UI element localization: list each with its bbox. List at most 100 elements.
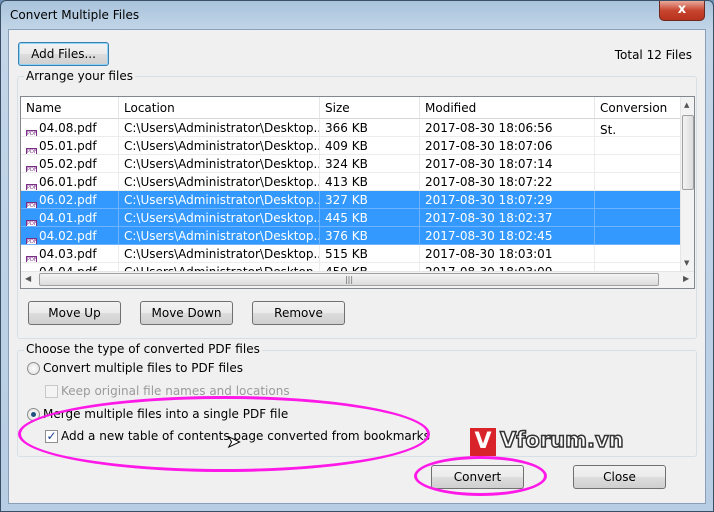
- highlight-annotation-convert: [414, 456, 547, 496]
- pdf-file-icon: PDF: [26, 130, 37, 136]
- cell-modified: 2017-08-30 18:02:37: [420, 209, 595, 227]
- cell-name: PDF 04.03.pdf: [21, 245, 119, 263]
- file-row[interactable]: PDF 04.01.pdf C:\Users\Administrator\Deskt…: [21, 209, 681, 227]
- move-down-button[interactable]: Move Down: [140, 301, 233, 325]
- scroll-left-arrow-icon[interactable]: ◀: [25, 274, 31, 283]
- cell-name: PDF 05.01.pdf: [21, 137, 119, 155]
- cell-modified: 2017-08-30 18:07:29: [420, 191, 595, 209]
- file-row[interactable]: PDF 05.01.pdf C:\Users\Administrator\Deskt…: [21, 137, 681, 155]
- pdf-file-icon: PDF: [26, 220, 37, 226]
- pdf-file-icon: PDF: [26, 238, 37, 244]
- cell-text: 366 KB: [325, 121, 368, 135]
- column-header-size[interactable]: Size: [320, 97, 420, 119]
- cell-text: C:\Users\Administrator\Desktop...: [124, 247, 320, 261]
- vertical-scrollbar[interactable]: ▲ ▼: [680, 97, 694, 271]
- cell-text: C:\Users\Administrator\Desktop...: [124, 211, 320, 225]
- cell-text: 04.01.pdf: [39, 211, 97, 225]
- keep-names-checkbox[interactable]: [45, 385, 58, 398]
- cell-modified: 2017-08-30 18:07:22: [420, 173, 595, 191]
- convert-multiple-radio[interactable]: [27, 362, 40, 375]
- cell-name: PDF 06.02.pdf: [21, 191, 119, 209]
- cell-text: 445 KB: [325, 211, 368, 225]
- cell-text: C:\Users\Administrator\Desktop...: [124, 157, 320, 171]
- file-list[interactable]: Name Location Size Modified Conversion S…: [20, 96, 695, 289]
- cell-modified: 2017-08-30 18:07:06: [420, 137, 595, 155]
- scroll-right-arrow-icon[interactable]: ▶: [683, 274, 689, 283]
- cell-text: 2017-08-30 18:03:01: [425, 247, 553, 261]
- cell-name: PDF 06.01.pdf: [21, 173, 119, 191]
- cell-text: C:\Users\Administrator\Desktop...: [124, 139, 320, 153]
- cell-size: 515 KB: [320, 245, 420, 263]
- cell-status: [595, 119, 681, 137]
- file-row[interactable]: PDF 06.01.pdf C:\Users\Administrator\Deskt…: [21, 173, 681, 191]
- file-row[interactable]: PDF 06.02.pdf C:\Users\Administrator\Deskt…: [21, 191, 681, 209]
- pdf-file-icon: PDF: [26, 184, 37, 190]
- cell-modified: 2017-08-30 18:07:14: [420, 155, 595, 173]
- cell-status: [595, 191, 681, 209]
- cell-text: 04.08.pdf: [39, 121, 97, 135]
- cell-location: C:\Users\Administrator\Desktop...: [119, 119, 320, 137]
- cell-text: 06.02.pdf: [39, 193, 97, 207]
- cell-size: 376 KB: [320, 227, 420, 245]
- cell-status: [595, 173, 681, 191]
- cell-location: C:\Users\Administrator\Desktop...: [119, 173, 320, 191]
- cell-text: 2017-08-30 18:02:45: [425, 229, 553, 243]
- column-header-modified[interactable]: Modified: [420, 97, 595, 119]
- cell-size: 327 KB: [320, 191, 420, 209]
- move-up-button[interactable]: Move Up: [28, 301, 121, 325]
- pdf-file-icon: PDF: [26, 202, 37, 208]
- cell-text: 2017-08-30 18:07:06: [425, 139, 553, 153]
- cell-name: PDF 05.02.pdf: [21, 155, 119, 173]
- cell-text: 04.03.pdf: [39, 247, 97, 261]
- cell-text: 05.01.pdf: [39, 139, 97, 153]
- remove-button[interactable]: Remove: [252, 301, 345, 325]
- arrange-files-label: Arrange your files: [24, 69, 135, 83]
- vertical-scroll-thumb[interactable]: [682, 115, 694, 190]
- cell-text: 413 KB: [325, 175, 368, 189]
- cell-size: 413 KB: [320, 173, 420, 191]
- watermark-text: Vforum.vn: [499, 427, 624, 453]
- cell-location: C:\Users\Administrator\Desktop...: [119, 191, 320, 209]
- cell-size: 409 KB: [320, 137, 420, 155]
- cell-text: 2017-08-30 18:07:29: [425, 193, 553, 207]
- column-header-conversion-status[interactable]: Conversion St.: [595, 97, 681, 137]
- cell-text: C:\Users\Administrator\Desktop...: [124, 229, 320, 243]
- total-files-count: Total 12 Files: [614, 48, 692, 62]
- cell-location: C:\Users\Administrator\Desktop...: [119, 209, 320, 227]
- cell-name: PDF 04.08.pdf: [21, 119, 119, 137]
- close-button[interactable]: Close: [573, 465, 666, 489]
- file-row[interactable]: PDF 04.02.pdf C:\Users\Administrator\Deskt…: [21, 227, 681, 245]
- cell-modified: 2017-08-30 18:06:56: [420, 119, 595, 137]
- pdf-file-icon: PDF: [26, 256, 37, 262]
- horizontal-scroll-thumb[interactable]: |||: [39, 273, 659, 286]
- cell-text: 05.02.pdf: [39, 157, 97, 171]
- cell-location: C:\Users\Administrator\Desktop...: [119, 227, 320, 245]
- scroll-down-arrow-icon[interactable]: ▼: [684, 259, 689, 267]
- cell-modified: 2017-08-30 18:03:01: [420, 245, 595, 263]
- horizontal-scrollbar[interactable]: ◀ ||| ▶: [21, 271, 694, 288]
- cell-text: 06.01.pdf: [39, 175, 97, 189]
- cell-status: [595, 245, 681, 263]
- cell-text: C:\Users\Administrator\Desktop...: [124, 175, 320, 189]
- cell-modified: 2017-08-30 18:02:45: [420, 227, 595, 245]
- file-row[interactable]: PDF 04.03.pdf C:\Users\Administrator\Deskt…: [21, 245, 681, 263]
- cell-location: C:\Users\Administrator\Desktop...: [119, 245, 320, 263]
- column-header-location[interactable]: Location: [119, 97, 320, 119]
- pdf-file-icon: PDF: [26, 166, 37, 172]
- conversion-type-label: Choose the type of converted PDF files: [24, 342, 262, 356]
- cell-status: [595, 155, 681, 173]
- file-row[interactable]: PDF 05.02.pdf C:\Users\Administrator\Deskt…: [21, 155, 681, 173]
- column-header-name[interactable]: Name: [21, 97, 119, 119]
- cell-text: 376 KB: [325, 229, 368, 243]
- file-row[interactable]: PDF 04.08.pdf C:\Users\Administrator\Deskt…: [21, 119, 681, 137]
- window-close-button[interactable]: x: [659, 1, 705, 21]
- convert-multiple-label[interactable]: Convert multiple files to PDF files: [43, 361, 243, 375]
- cell-text: C:\Users\Administrator\Desktop...: [124, 121, 320, 135]
- cell-text: 2017-08-30 18:06:56: [425, 121, 553, 135]
- add-files-button[interactable]: Add Files...: [18, 42, 109, 66]
- cell-location: C:\Users\Administrator\Desktop...: [119, 137, 320, 155]
- cell-status: [595, 209, 681, 227]
- scroll-up-arrow-icon[interactable]: ▲: [684, 101, 689, 109]
- cell-text: 324 KB: [325, 157, 368, 171]
- cell-name: PDF 04.02.pdf: [21, 227, 119, 245]
